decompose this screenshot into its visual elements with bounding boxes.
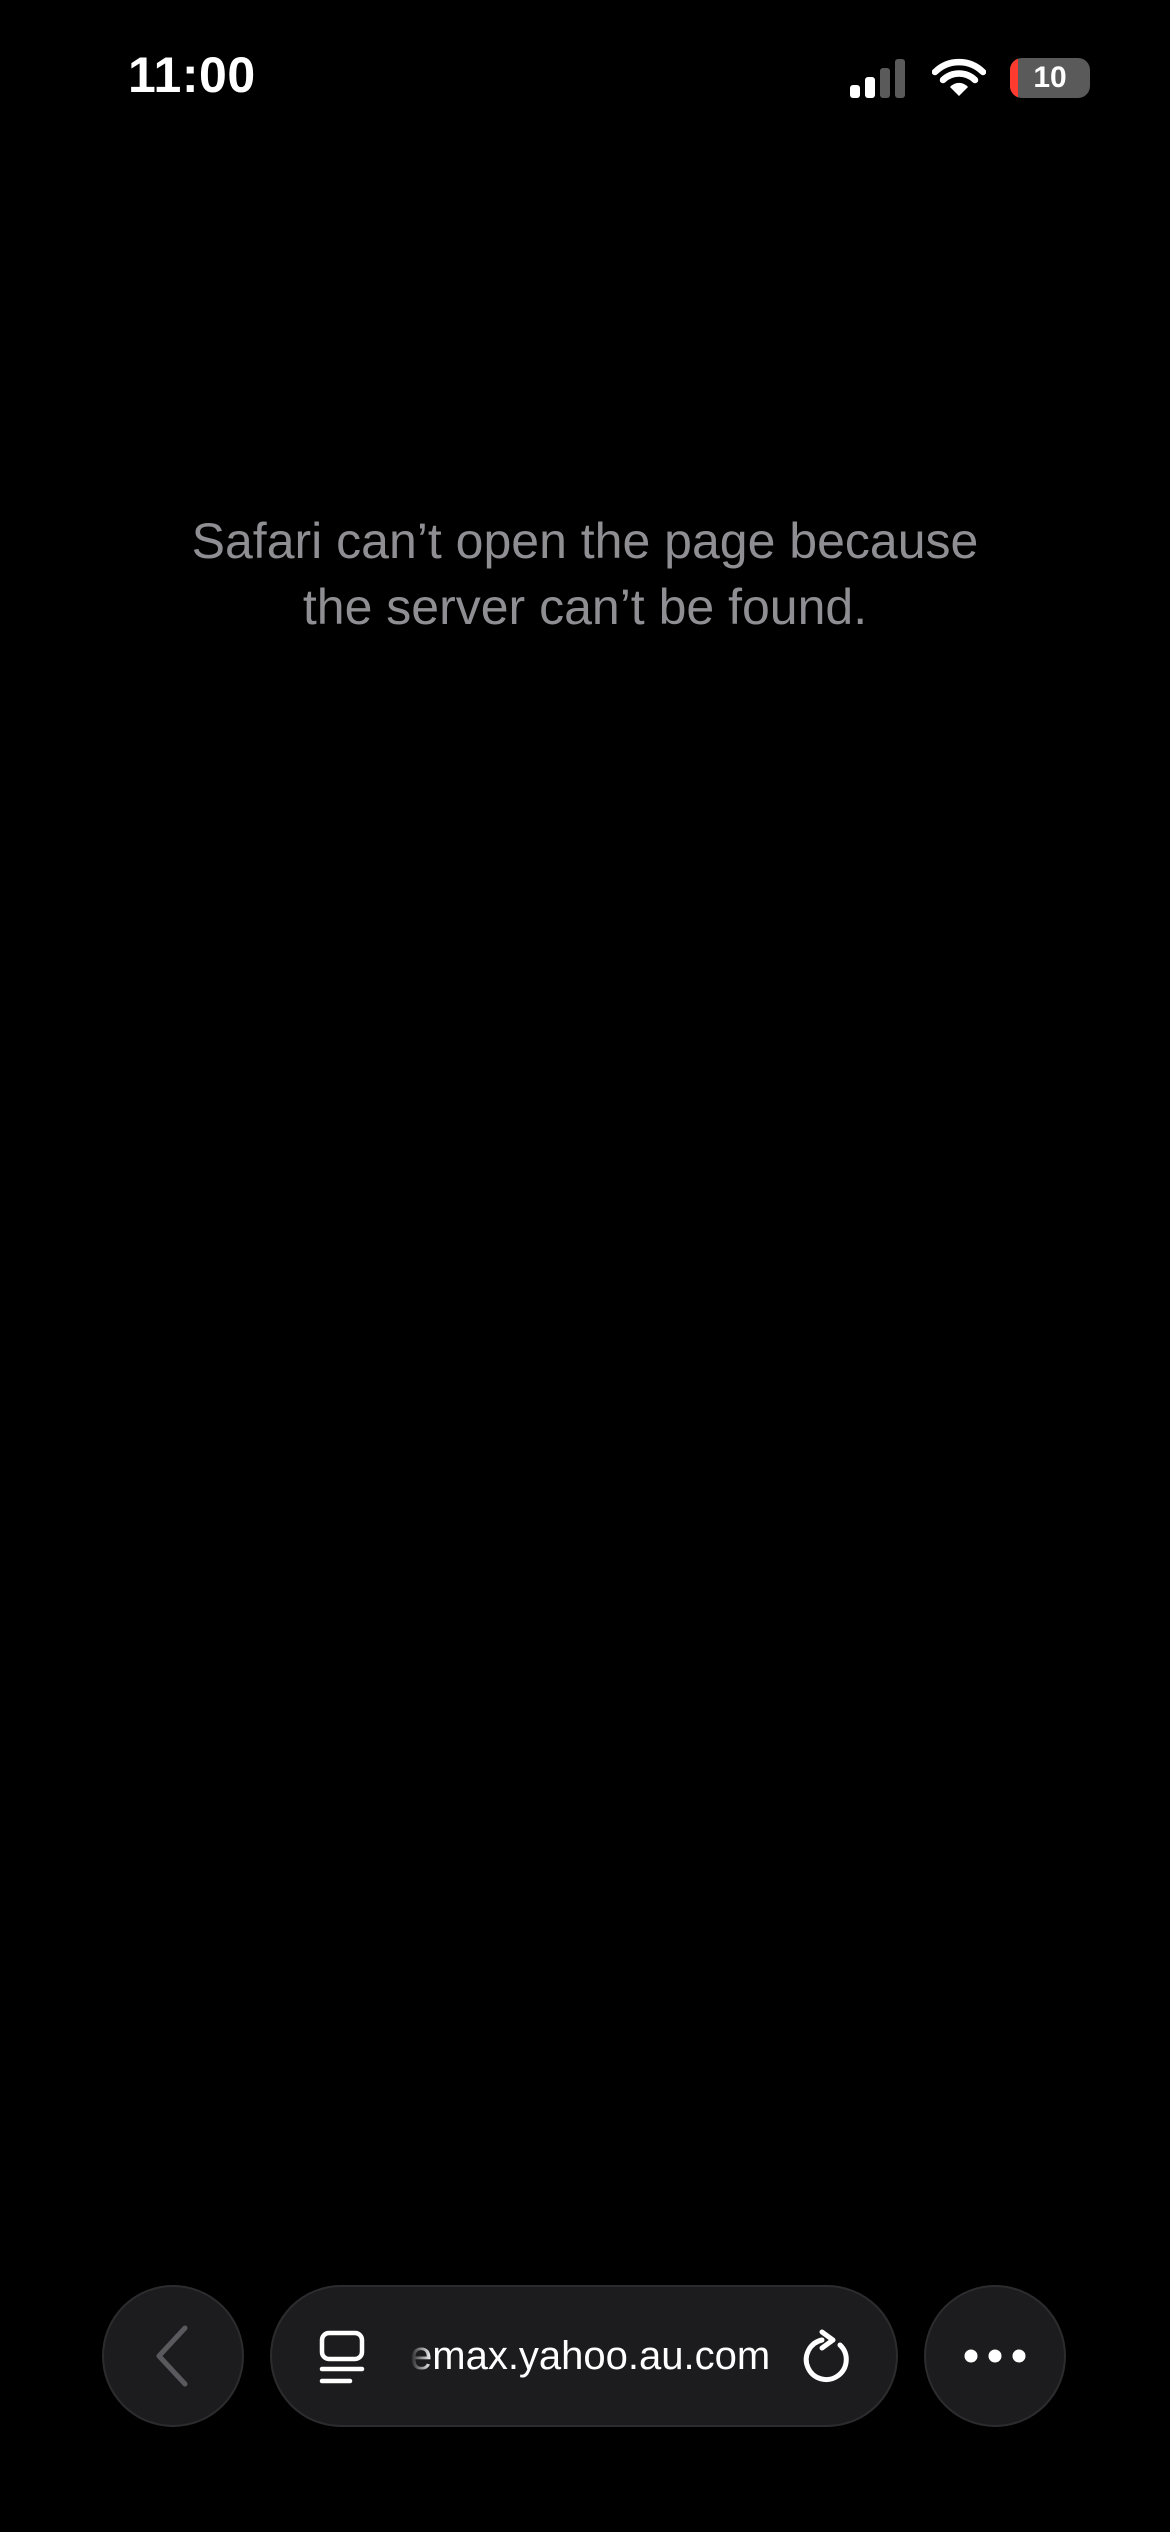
address-bar[interactable]: emax.yahoo.au.com — [270, 2285, 898, 2427]
cellular-signal-icon — [850, 59, 905, 98]
more-icon — [964, 2349, 1026, 2363]
back-chevron-icon — [156, 2325, 188, 2387]
status-time: 11:00 — [128, 47, 256, 103]
error-message: Safari can’t open the page because the s… — [135, 508, 1035, 640]
battery-percent: 10 — [1033, 61, 1067, 94]
wifi-icon — [932, 58, 986, 96]
battery-level-fill — [1010, 58, 1018, 98]
tabs-icon[interactable] — [316, 2329, 374, 2387]
battery-body: 10 — [1010, 58, 1090, 98]
more-button[interactable] — [924, 2285, 1066, 2427]
error-message-line2: the server can’t be found. — [302, 579, 868, 635]
reload-icon[interactable] — [800, 2329, 856, 2387]
url-text[interactable]: emax.yahoo.au.com — [410, 2287, 786, 2425]
error-message-line1: Safari can’t open the page because — [191, 513, 979, 569]
back-button[interactable] — [102, 2285, 244, 2427]
status-icons: 10 — [850, 56, 1090, 100]
battery-icon: 10 — [1010, 58, 1090, 98]
